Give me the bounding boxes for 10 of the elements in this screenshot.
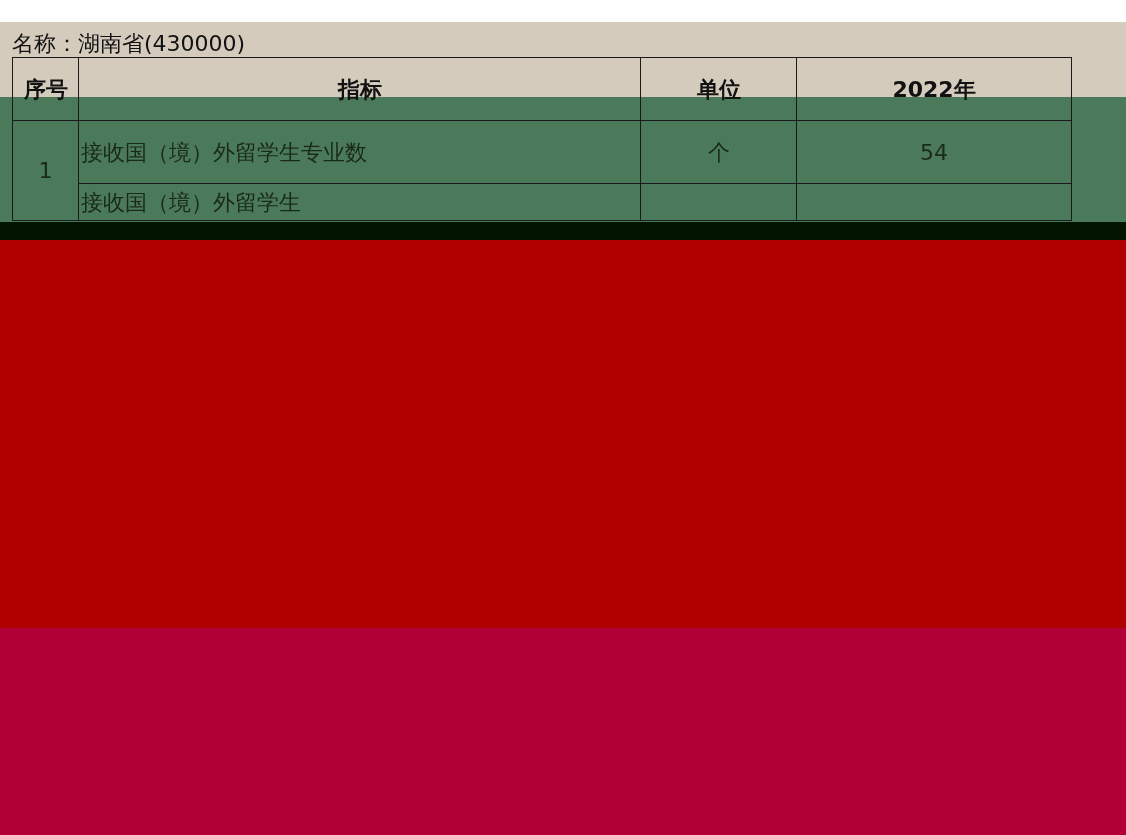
column-header: 序号 (12, 57, 79, 121)
table-cell: 接收国（境）外留学生 (78, 183, 641, 221)
column-header: 单位 (640, 57, 797, 121)
table-cell: 个 (640, 120, 797, 184)
column-header: 指标 (78, 57, 641, 121)
sheet-title: 名称：湖南省(430000) (12, 30, 247, 57)
table-cell: 54 (796, 120, 1072, 184)
table-cell: 1 (12, 120, 79, 221)
column-header: 2022年 (796, 57, 1072, 121)
table-cell: 接收国（境）外留学生专业数 (78, 120, 641, 184)
